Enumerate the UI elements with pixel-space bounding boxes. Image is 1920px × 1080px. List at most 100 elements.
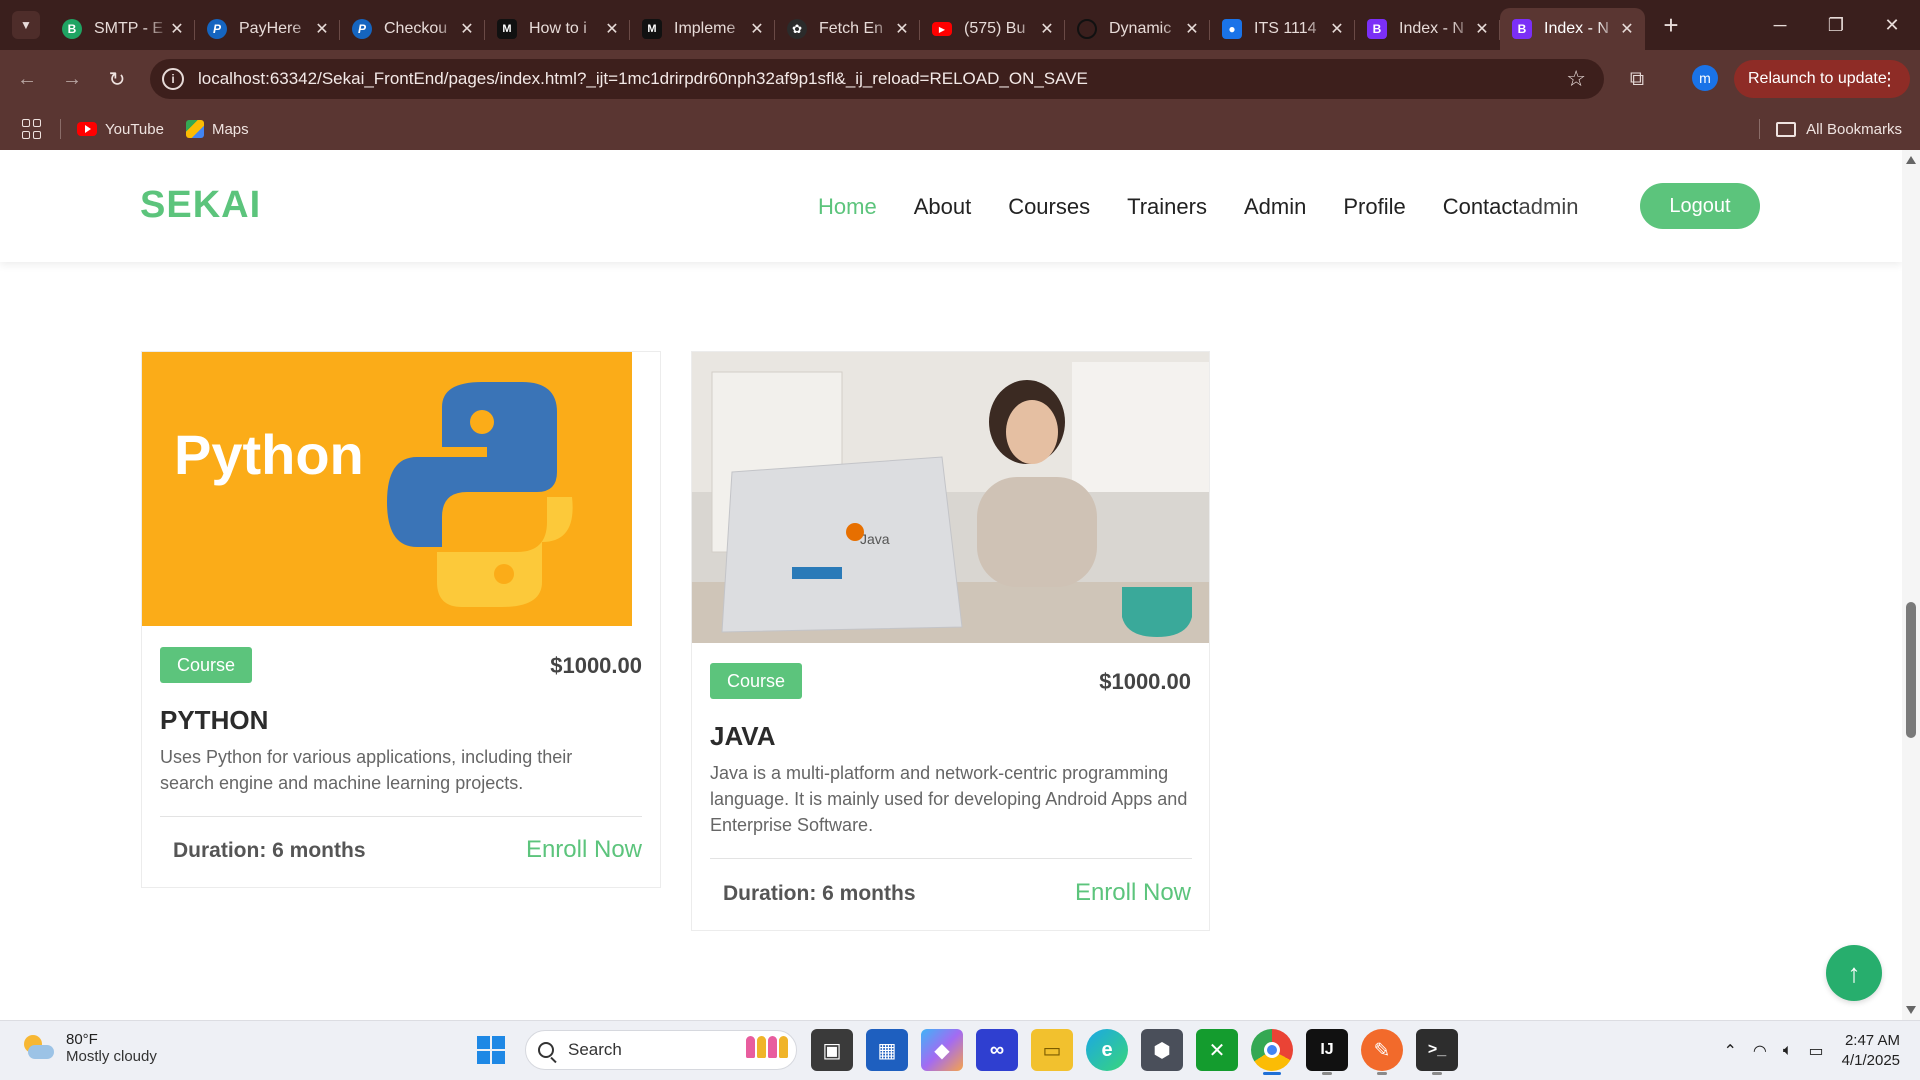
apps-grid-icon[interactable] [22,119,42,139]
tab-close-icon[interactable]: ✕ [1039,19,1055,39]
tab-favicon-icon: P [207,19,227,39]
visual-studio-icon[interactable]: ∞ [976,1029,1018,1071]
relaunch-label: Relaunch to update [1748,70,1887,87]
windows-start-icon[interactable] [470,1029,512,1071]
profile-avatar[interactable]: m [1692,65,1718,91]
postman-icon[interactable]: ✎ [1361,1029,1403,1075]
username-label: admin [1518,194,1579,219]
wifi-icon[interactable]: ◠ [1753,1041,1767,1061]
tab-close-icon[interactable]: ✕ [894,19,910,39]
minimize-icon[interactable]: ─ [1752,0,1808,50]
edge-icon[interactable]: e [1086,1029,1128,1071]
system-tray: ⌃ ◠ 🔈︎ ▭ 2:47 AM 4/1/2025 [1708,1021,1901,1080]
copilot-icon[interactable]: ◆ [921,1029,963,1071]
bookmark-star-icon[interactable]: ☆ [1566,66,1586,92]
course-image-python: Python [142,352,632,626]
tab-close-icon[interactable]: ✕ [169,19,185,39]
tab-title: PayHere [239,20,302,37]
course-price: $1000.00 [550,653,642,678]
tab-close-icon[interactable]: ✕ [1329,19,1345,39]
bookmarks-divider [1759,119,1760,139]
nav-about[interactable]: About [914,194,972,220]
course-card: Java Course $1000.00 JAVA Java is a mult… [691,351,1210,931]
browser-tab[interactable]: B Index - N ✕ [1355,8,1500,50]
terminal-icon[interactable]: >_ [1416,1029,1458,1075]
volume-icon[interactable]: 🔈︎ [1783,1042,1793,1060]
unity-icon[interactable]: ⬢ [1141,1029,1183,1071]
clock[interactable]: 2:47 AM 4/1/2025 [1842,1031,1900,1071]
bootstrap-icon: B [1512,19,1532,39]
tab-close-icon[interactable]: ✕ [1184,19,1200,39]
forward-arrow-icon[interactable]: → [54,61,90,97]
browser-tab[interactable]: ▶ (575) Bu ✕ [920,8,1065,50]
tab-title: Dynamic [1109,20,1172,37]
nav-home[interactable]: Home [818,194,877,220]
nav-courses[interactable]: Courses [1008,194,1090,220]
enroll-now-link[interactable]: Enroll Now [526,836,642,864]
browser-tab[interactable]: Dynamic ✕ [1065,8,1210,50]
site-info-icon[interactable]: i [162,68,184,90]
browser-tab[interactable]: M How to i ✕ [485,8,630,50]
task-view-icon[interactable]: ▣ [811,1029,853,1071]
restore-icon[interactable]: ❐ [1808,0,1864,50]
bookmark-youtube[interactable]: YouTube [77,121,164,138]
python-image-text: Python [174,423,364,486]
browser-tab-active[interactable]: B Index - N ✕ [1500,8,1645,50]
menu-dots-icon[interactable]: ⋮ [1880,69,1898,90]
taskbar-search-box[interactable]: Search [525,1030,797,1070]
nav-contact[interactable]: Contact [1443,194,1519,220]
chevron-up-icon[interactable]: ⌃ [1724,1041,1737,1061]
folder-icon [1776,121,1797,137]
back-arrow-icon[interactable]: ← [9,61,45,97]
nav-profile[interactable]: Profile [1343,194,1405,220]
microsoft-store-icon[interactable]: ▦ [866,1029,908,1071]
weather-temperature: 80°F [66,1031,98,1048]
youtube-icon [77,122,97,136]
tab-title: How to i [529,20,587,37]
tab-close-icon[interactable]: ✕ [1619,19,1635,39]
browser-tab[interactable]: B SMTP - E ✕ [50,8,195,50]
weather-widget[interactable]: 80°F Mostly cloudy [20,1031,157,1065]
partly-cloudy-icon [20,1035,54,1061]
scroll-to-top-button[interactable]: ↑ [1826,945,1882,1001]
extensions-puzzle-icon[interactable]: ⧉ [1622,64,1652,94]
address-bar[interactable]: i localhost:63342/Sekai_FrontEnd/pages/i… [150,59,1604,99]
tab-title: ITS 1114 [1254,20,1317,37]
browser-tab[interactable]: ✿ Fetch En ✕ [775,8,920,50]
intellij-icon[interactable]: IJ [1306,1029,1348,1075]
tab-search-chevron-icon[interactable]: ▼ [12,11,40,39]
xbox-icon[interactable]: ✕ [1196,1029,1238,1071]
tab-close-icon[interactable]: ✕ [604,19,620,39]
window-controls: ─ ❐ ✕ [1752,0,1920,50]
nav-trainers[interactable]: Trainers [1127,194,1207,220]
all-bookmarks-button[interactable]: All Bookmarks [1776,121,1902,138]
tab-close-icon[interactable]: ✕ [314,19,330,39]
browser-tab[interactable]: P Checkou ✕ [340,8,485,50]
battery-icon[interactable]: ▭ [1808,1041,1823,1061]
scroll-down-arrow-icon[interactable] [1906,1006,1916,1014]
tab-close-icon[interactable]: ✕ [1474,19,1490,39]
site-logo[interactable]: SEKAI [140,184,261,227]
logout-button[interactable]: Logout [1640,183,1760,229]
clock-date: 4/1/2025 [1841,1052,1900,1069]
enroll-now-link[interactable]: Enroll Now [1075,879,1191,907]
scroll-up-arrow-icon[interactable] [1906,156,1916,164]
relaunch-button[interactable]: Relaunch to update ⋮ [1734,60,1910,98]
tab-close-icon[interactable]: ✕ [749,19,765,39]
page-scrollbar[interactable] [1902,150,1920,1020]
tab-close-icon[interactable]: ✕ [459,19,475,39]
chrome-icon[interactable] [1251,1029,1293,1075]
clock-time: 2:47 AM [1844,1032,1900,1049]
bookmark-maps[interactable]: Maps [185,120,249,138]
reload-icon[interactable]: ↻ [99,61,135,97]
file-explorer-icon[interactable]: ▭ [1031,1029,1073,1071]
nav-admin[interactable]: Admin [1244,194,1306,220]
browser-tab[interactable]: M Impleme ✕ [630,8,775,50]
new-tab-plus-icon[interactable]: + [1655,9,1687,41]
url-text[interactable]: localhost:63342/Sekai_FrontEnd/pages/ind… [198,69,1088,89]
close-window-icon[interactable]: ✕ [1864,0,1920,50]
course-badge: Course [160,647,253,683]
browser-tab[interactable]: ● ITS 1114 ✕ [1210,8,1355,50]
scrollbar-thumb[interactable] [1906,602,1916,738]
browser-tab[interactable]: P PayHere ✕ [195,8,340,50]
